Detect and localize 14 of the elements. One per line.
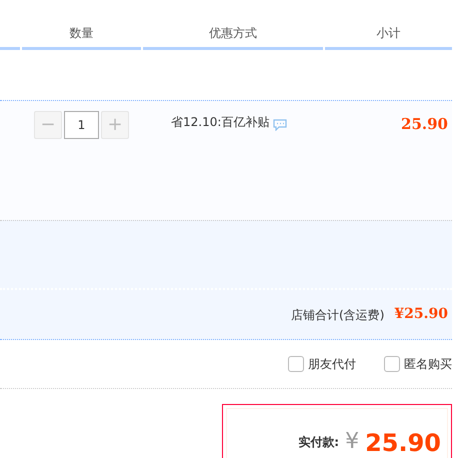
payment-label: 实付款: [298, 434, 340, 451]
payment-amount: 25.90 [365, 431, 441, 455]
subtotal-price: 25.90 [401, 114, 448, 131]
column-header: 小计 [376, 25, 400, 42]
option-checkbox[interactable]: 朋友代付 [288, 355, 356, 373]
discount-text: 省12.10:百亿补贴 [171, 114, 270, 131]
store-total-label: 店铺合计(含运费) [291, 306, 384, 324]
chat-bubble-icon[interactable] [273, 119, 288, 131]
column-header: 优惠方式 [208, 25, 257, 42]
store-total-amount: ¥25.90 [394, 305, 448, 324]
currency-symbol: ¥ [345, 431, 360, 453]
column-header: 数量 [70, 25, 94, 42]
option-checkbox[interactable]: 匿名购买 [384, 355, 452, 373]
quantity-field[interactable]: 1 [64, 111, 99, 139]
